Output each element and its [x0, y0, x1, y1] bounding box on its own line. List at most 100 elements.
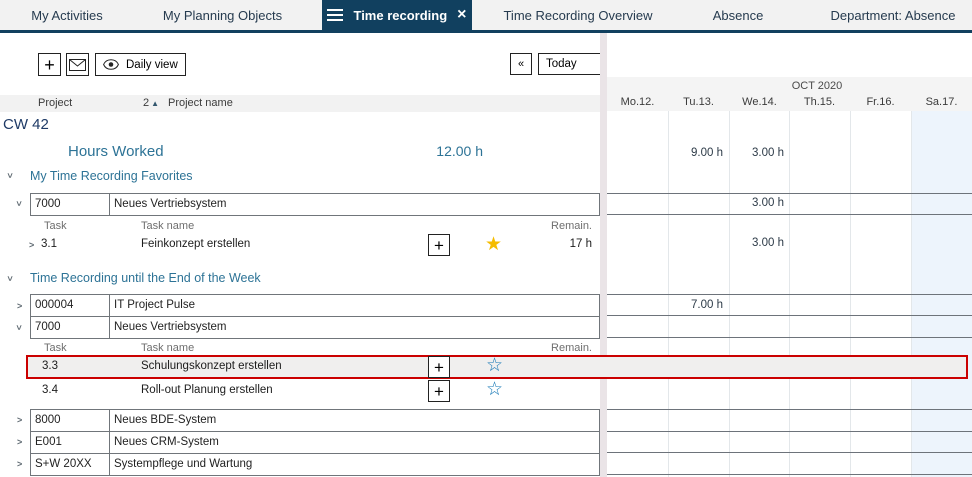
- task-name[interactable]: Schulungskonzept erstellen: [141, 360, 282, 372]
- panel-splitter[interactable]: [600, 33, 607, 477]
- project-row-e001[interactable]: E001 Neues CRM-System: [31, 432, 599, 454]
- tab-time-recording-overview[interactable]: Time Recording Overview: [492, 0, 664, 30]
- chevron-right-icon[interactable]: >: [17, 416, 22, 425]
- star-outline-icon[interactable]: ☆: [486, 356, 503, 375]
- task-id[interactable]: 3.1: [41, 238, 57, 250]
- day-header-th15[interactable]: Th.15.: [789, 96, 850, 108]
- tab-department-absence[interactable]: Department: Absence: [820, 0, 966, 30]
- task-column-header: Task: [44, 342, 67, 354]
- calendar-month-label: OCT 2020: [757, 80, 877, 92]
- day-header-sa17[interactable]: Sa.17.: [911, 96, 972, 108]
- project-code-cell[interactable]: 000004: [31, 295, 110, 316]
- today-button[interactable]: Today: [538, 53, 606, 75]
- task-id[interactable]: 3.3: [42, 360, 58, 372]
- sort-ascending-icon: ▲: [151, 99, 159, 108]
- task-id[interactable]: 3.4: [42, 384, 58, 396]
- star-filled-icon[interactable]: ★: [485, 235, 502, 254]
- remaining-hours: 17 h: [520, 238, 592, 250]
- sort-indicator[interactable]: 2▲: [143, 97, 159, 109]
- project-row-8000[interactable]: 8000 Neues BDE-System: [31, 410, 599, 432]
- grid-row-line: [607, 337, 972, 338]
- tab-label: My Planning Objects: [163, 8, 282, 23]
- project-column-header[interactable]: Project: [38, 97, 72, 109]
- chevron-right-icon[interactable]: >: [17, 438, 22, 447]
- tab-bar: My Activities My Planning Objects Time r…: [0, 0, 972, 30]
- previous-week-button[interactable]: «: [510, 53, 532, 75]
- hours-cell-tu-total[interactable]: 9.00 h: [668, 147, 723, 159]
- chevron-right-icon[interactable]: >: [17, 302, 22, 311]
- grid-row-line: [607, 474, 972, 475]
- grid-row-line: [607, 214, 972, 215]
- task-name-column-header: Task name: [141, 220, 194, 232]
- project-row-sw20xx[interactable]: S+W 20XX Systempflege und Wartung: [31, 454, 599, 475]
- menu-icon[interactable]: [327, 9, 343, 22]
- project-name-cell[interactable]: Neues Vertriebsystem: [110, 317, 227, 338]
- task-column-header: Task: [44, 220, 67, 232]
- sort-rank: 2: [143, 97, 149, 109]
- chevron-right-icon[interactable]: >: [29, 241, 34, 250]
- chevron-down-icon[interactable]: >: [5, 276, 14, 281]
- day-header-mo12[interactable]: Mo.12.: [607, 96, 668, 108]
- project-code-cell[interactable]: E001: [31, 432, 110, 453]
- hours-cell-we-total[interactable]: 3.00 h: [729, 147, 784, 159]
- favorites-section-title[interactable]: My Time Recording Favorites: [30, 169, 193, 183]
- chevron-right-icon[interactable]: >: [17, 460, 22, 469]
- tab-label: Absence: [713, 8, 764, 23]
- chevron-down-icon[interactable]: >: [5, 173, 14, 178]
- add-hours-button[interactable]: +: [428, 356, 450, 378]
- task-name-column-header: Task name: [141, 342, 194, 354]
- calendar-week-label: CW 42: [3, 116, 49, 133]
- add-hours-button[interactable]: +: [428, 380, 450, 402]
- hours-worked-total: 12.00 h: [380, 143, 483, 159]
- grid-row-line: [607, 409, 972, 410]
- plus-icon: +: [434, 237, 444, 254]
- plus-icon: +: [434, 359, 444, 376]
- project-name-cell[interactable]: Neues BDE-System: [110, 410, 216, 431]
- daily-view-button[interactable]: Daily view: [95, 53, 186, 76]
- project-code-cell[interactable]: 7000: [31, 317, 110, 338]
- hours-cell-tu-it-project-pulse[interactable]: 7.00 h: [668, 299, 723, 311]
- week-section-title[interactable]: Time Recording until the End of the Week: [30, 271, 261, 285]
- project-code-cell[interactable]: S+W 20XX: [31, 454, 110, 475]
- project-row-favorite-7000[interactable]: 7000 Neues Vertriebsystem: [30, 193, 600, 216]
- chevron-down-icon[interactable]: >: [14, 325, 23, 330]
- tab-my-activities[interactable]: My Activities: [8, 0, 126, 30]
- time-recording-app: My Activities My Planning Objects Time r…: [0, 0, 972, 477]
- tab-label: Time Recording Overview: [503, 8, 652, 23]
- tab-absence[interactable]: Absence: [700, 0, 776, 30]
- add-time-entry-button[interactable]: +: [38, 53, 61, 76]
- grid-row-line: [607, 193, 972, 194]
- project-row-7000[interactable]: 7000 Neues Vertriebsystem: [31, 317, 599, 338]
- add-hours-button[interactable]: +: [428, 234, 450, 256]
- project-name-cell[interactable]: Systempflege und Wartung: [110, 454, 252, 475]
- hours-cell-we-fav-task[interactable]: 3.00 h: [729, 237, 784, 249]
- project-name-cell[interactable]: Neues Vertriebsystem: [110, 194, 227, 215]
- project-code-cell[interactable]: 8000: [31, 410, 110, 431]
- project-name-column-header[interactable]: Project name: [168, 97, 233, 109]
- project-code-cell[interactable]: 7000: [31, 194, 110, 215]
- task-name[interactable]: Feinkonzept erstellen: [141, 238, 250, 250]
- hours-cell-we-fav-project[interactable]: 3.00 h: [729, 197, 784, 209]
- remaining-column-header: Remain.: [500, 220, 592, 232]
- chevron-down-icon[interactable]: >: [14, 201, 23, 206]
- tab-my-planning-objects[interactable]: My Planning Objects: [150, 0, 295, 30]
- eye-icon: [103, 59, 119, 70]
- tab-bar-underline: [0, 30, 972, 33]
- task-name[interactable]: Roll-out Planung erstellen: [141, 384, 273, 396]
- grid-row-line: [607, 452, 972, 453]
- left-column-header: Project 2▲ Project name: [0, 95, 600, 112]
- tab-label: Department: Absence: [830, 8, 955, 23]
- tab-time-recording[interactable]: Time recording ×: [322, 0, 472, 30]
- project-name-cell[interactable]: IT Project Pulse: [110, 295, 195, 316]
- project-name-cell[interactable]: Neues CRM-System: [110, 432, 219, 453]
- project-row-000004[interactable]: 000004 IT Project Pulse: [31, 295, 599, 317]
- star-outline-icon[interactable]: ☆: [486, 380, 503, 399]
- day-header-fr16[interactable]: Fr.16.: [850, 96, 911, 108]
- close-icon[interactable]: ×: [457, 7, 466, 23]
- day-header-we14[interactable]: We.14.: [729, 96, 790, 108]
- plus-icon: +: [44, 56, 55, 74]
- envelope-icon: [69, 59, 86, 71]
- day-header-tu13[interactable]: Tu.13.: [668, 96, 729, 108]
- mail-button[interactable]: [66, 53, 89, 76]
- project-rows-group: 8000 Neues BDE-System E001 Neues CRM-Sys…: [30, 409, 600, 476]
